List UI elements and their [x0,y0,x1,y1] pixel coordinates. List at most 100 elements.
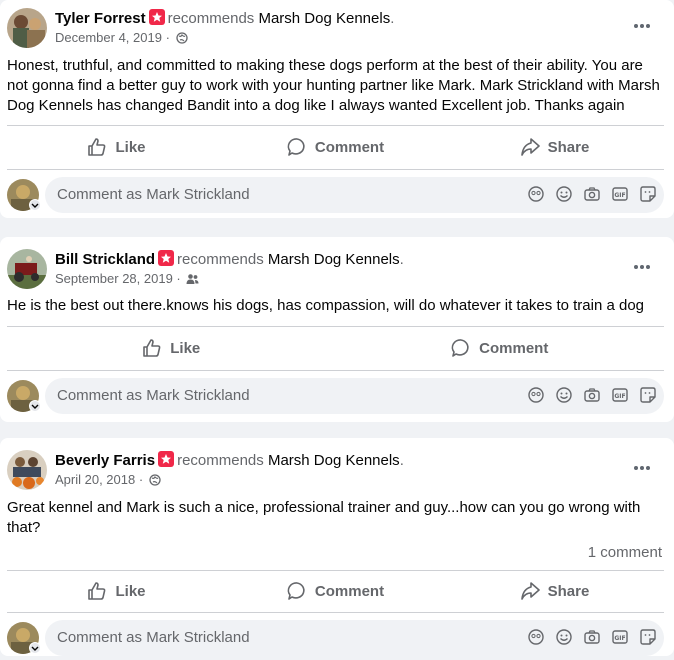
divider [7,169,664,170]
recommends-text: recommends [177,251,264,268]
comment-placeholder: Comment as Mark Strickland [57,387,250,404]
share-arrow-icon [520,137,540,157]
like-label: Like [115,582,146,600]
post-meta: December 4, 2019 · [55,30,188,47]
emoji-icon[interactable] [556,387,572,403]
globe-icon [175,32,188,47]
chevron-down-icon[interactable] [29,199,41,211]
svg-text:GIF: GIF [614,635,625,642]
post-card: Beverly Farris recommends Marsh Dog Kenne… [0,438,674,656]
share-label: Share [547,582,590,600]
post-meta: April 20, 2018 · [55,472,161,489]
emoji-icon[interactable] [556,186,572,202]
author-avatar[interactable] [7,249,47,289]
author-name[interactable]: Tyler Forrest [55,10,146,27]
sticker-icon[interactable] [640,387,656,403]
sticker-icon[interactable] [640,629,656,645]
post-actions: Like Comment Share [7,569,664,613]
post-card: Bill Strickland recommends Marsh Dog Kenn… [0,237,674,422]
author-avatar[interactable] [7,450,47,490]
comment-bubble-icon [451,338,471,358]
comment-bubble-icon [287,137,307,157]
comment-tools: GIF [528,387,656,403]
recommend-icon [158,451,175,467]
recommend-icon [148,9,165,25]
comment-bubble-icon [287,581,307,601]
comment-label: Comment [314,138,385,156]
chevron-down-icon[interactable] [29,400,41,412]
emoji-icon[interactable] [556,629,572,645]
comment-composer: Comment as Mark Strickland GIF [7,177,674,217]
post-actions: Like Comment Share [7,125,664,169]
post-date[interactable]: April 20, 2018 [55,472,135,487]
avatar-sticker-icon[interactable] [528,629,544,645]
more-options-button[interactable] [630,16,654,36]
post-card: Tyler Forrest recommends Marsh Dog Kennel… [0,0,674,218]
thumbs-up-icon [87,137,107,157]
globe-icon [149,474,161,489]
like-button[interactable]: Like [7,125,226,169]
page-suffix: . [390,10,395,27]
author-name[interactable]: Bill Strickland [55,251,155,268]
share-button[interactable]: Share [445,569,664,613]
post-text: Honest, truthful, and committed to makin… [7,57,660,114]
share-button[interactable]: Share [445,125,664,169]
author-avatar[interactable] [7,8,47,48]
page-name[interactable]: Marsh Dog Kennels [268,251,400,268]
comment-label: Comment [479,339,549,357]
comment-tools: GIF [528,186,656,202]
post-text: He is the best out there.knows his dogs,… [7,297,645,314]
divider [7,612,664,613]
avatar-sticker-icon[interactable] [528,387,544,403]
recommends-text: recommends [177,452,264,469]
like-label: Like [170,339,201,357]
recommend-icon [158,250,175,266]
post-header: Beverly Farris recommends Marsh Dog Kenne… [55,451,404,469]
share-arrow-icon [520,581,540,601]
share-label: Share [547,138,590,156]
friends-icon [186,273,199,288]
chevron-down-icon[interactable] [29,642,41,654]
post-date[interactable]: December 4, 2019 [55,30,162,45]
page-suffix: . [399,251,404,268]
like-button[interactable]: Like [7,326,336,370]
camera-icon[interactable] [584,629,600,645]
comment-button[interactable]: Comment [336,326,665,370]
like-button[interactable]: Like [7,569,226,613]
comment-composer: Comment as Mark Strickland GIF [7,378,674,418]
post-header: Bill Strickland recommends Marsh Dog Kenn… [55,250,404,268]
camera-icon[interactable] [584,186,600,202]
post-meta: September 28, 2019 · [55,271,199,288]
author-name[interactable]: Beverly Farris [55,452,155,469]
page-suffix: . [399,452,404,469]
svg-text:GIF: GIF [614,192,625,199]
comment-placeholder: Comment as Mark Strickland [57,186,250,203]
svg-text:GIF: GIF [614,393,625,400]
comment-placeholder: Comment as Mark Strickland [57,629,250,646]
post-date[interactable]: September 28, 2019 [55,271,173,286]
avatar-sticker-icon[interactable] [528,186,544,202]
gif-icon[interactable]: GIF [612,387,628,403]
thumbs-up-icon [142,338,162,358]
thumbs-up-icon [87,581,107,601]
gif-icon[interactable]: GIF [612,186,628,202]
comment-button[interactable]: Comment [226,569,445,613]
recommends-text: recommends [167,10,255,27]
divider [7,370,664,371]
post-actions: Like Comment [7,326,664,370]
comment-button[interactable]: Comment [226,125,445,169]
post-text: Great kennel and Mark is such a nice, pr… [7,499,641,536]
post-header: Tyler Forrest recommends Marsh Dog Kennel… [55,9,394,27]
comment-composer: Comment as Mark Strickland GIF [7,620,674,660]
more-options-button[interactable] [630,458,654,478]
comment-count[interactable]: 1 comment [588,544,662,561]
more-options-button[interactable] [630,257,654,277]
comment-tools: GIF [528,629,656,645]
sticker-icon[interactable] [640,186,656,202]
page-name[interactable]: Marsh Dog Kennels [258,10,390,27]
gif-icon[interactable]: GIF [612,629,628,645]
comment-label: Comment [314,582,385,600]
camera-icon[interactable] [584,387,600,403]
like-label: Like [115,138,146,156]
page-name[interactable]: Marsh Dog Kennels [268,452,400,469]
